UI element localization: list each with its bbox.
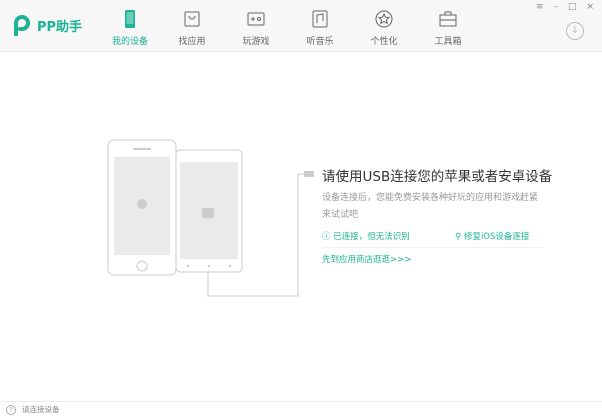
apple-icon xyxy=(137,199,147,209)
android-illustration xyxy=(175,149,243,273)
connect-title: 请使用USB连接您的苹果或者安卓设备 xyxy=(322,169,553,185)
usb-connector-icon xyxy=(304,171,314,177)
unrecognized-link[interactable]: ⓘ 已连接，但无法识别 xyxy=(322,230,410,242)
repair-ios-link[interactable]: ⚲ 修复iOS设备连接 xyxy=(455,230,529,242)
help-icon[interactable]: ? xyxy=(6,404,16,415)
wrench-icon: ⚲ xyxy=(455,232,464,242)
divider xyxy=(322,247,544,248)
android-icon xyxy=(202,208,214,218)
status-text: 请连接设备 xyxy=(22,405,60,414)
app-store-link[interactable]: 先到应用商店逛逛>>> xyxy=(322,253,411,265)
iphone-illustration xyxy=(107,139,177,276)
connect-description: 设备连接后，您能免费安装各种好玩的应用和游戏赶紧来试试吧 xyxy=(322,193,539,220)
status-bar: ? 请连接设备 xyxy=(0,401,602,417)
help-icon: ⓘ xyxy=(322,232,334,242)
